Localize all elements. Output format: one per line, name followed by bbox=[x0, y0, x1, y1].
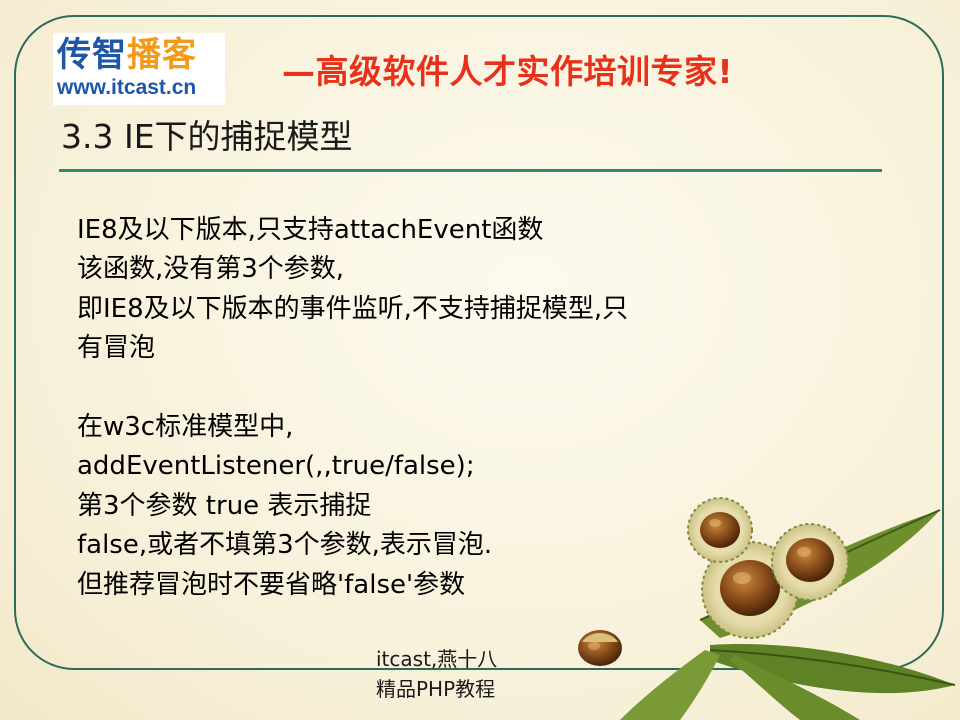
chestnut-illustration bbox=[578, 497, 956, 720]
slide-title: 3.3 IE下的捕捉模型 bbox=[61, 117, 353, 156]
chestnut-husk-icon bbox=[771, 523, 849, 601]
body-line: 在w3c标准模型中, bbox=[77, 411, 294, 442]
chestnut-husk-icon bbox=[687, 497, 753, 563]
body-line-blank bbox=[77, 369, 777, 408]
logo-brand: 传智播客 bbox=[57, 35, 221, 75]
slide: 传智播客 www.itcast.cn —高级软件人才实作培训专家! 3.3 IE… bbox=[0, 0, 960, 720]
slogan: —高级软件人才实作培训专家! bbox=[282, 52, 734, 91]
title-divider bbox=[59, 169, 882, 172]
body-line: 该函数,没有第3个参数, bbox=[77, 254, 345, 285]
chestnut-icon bbox=[578, 630, 622, 666]
logo-brand-part2: 播客 bbox=[127, 35, 197, 75]
itcast-logo: 传智播客 www.itcast.cn bbox=[53, 33, 225, 105]
footer-text: itcast,燕十八 精品PHP教程 bbox=[376, 644, 497, 704]
footer-line-author: itcast,燕十八 bbox=[376, 647, 498, 671]
body-line: 有冒泡 bbox=[77, 333, 156, 364]
body-line: 即IE8及以下版本的事件监听,不支持捕捉模型,只 bbox=[77, 293, 629, 324]
logo-url: www.itcast.cn bbox=[57, 76, 197, 99]
logo-brand-part1: 传智 bbox=[57, 35, 127, 75]
body-line: IE8及以下版本,只支持attachEvent函数 bbox=[77, 215, 544, 245]
footer-line-course: 精品PHP教程 bbox=[376, 677, 496, 701]
leaf-icon bbox=[620, 650, 720, 720]
